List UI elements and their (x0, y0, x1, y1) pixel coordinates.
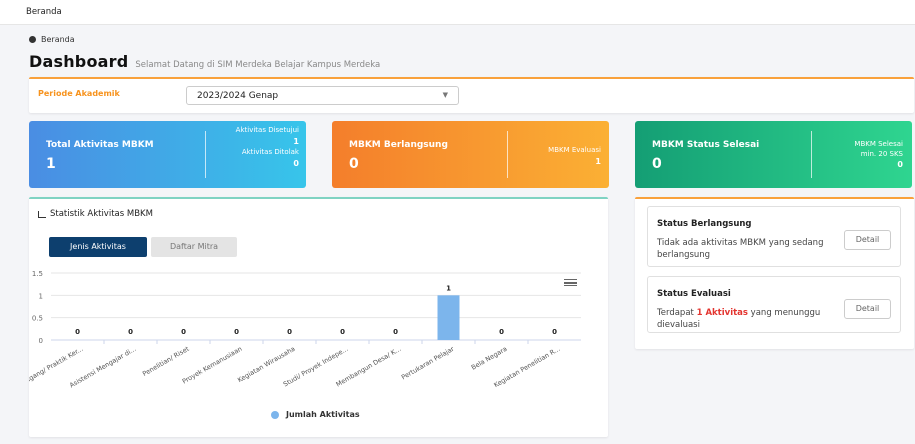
status-berlangsung-box: Status Berlangsung Tidak ada aktivitas M… (647, 206, 901, 267)
y-tick-label: 1.5 (32, 270, 43, 278)
breadcrumb-item[interactable]: Beranda (41, 35, 75, 44)
mbkm-sks-label: min. 20 SKS (860, 150, 903, 158)
periode-panel: Periode Akademik 2023/2024 Genap ▼ (29, 77, 914, 113)
mbkm-berlangsung-value: 0 (349, 156, 359, 172)
aktivitas-ditolak-label: Aktivitas Ditolak (241, 148, 299, 156)
data-label: 0 (287, 328, 292, 336)
page-header: Dashboard Selamat Datang di SIM Merdeka … (29, 52, 380, 71)
tab-daftar-mitra[interactable]: Daftar Mitra (151, 237, 237, 257)
status-evaluasi-text: Terdapat 1 Aktivitas yang menunggu dieva… (657, 307, 832, 331)
status-evaluasi-title: Status Evaluasi (657, 289, 731, 299)
periode-select-value: 2023/2024 Genap (197, 91, 279, 101)
x-tick-label: Bela Negara (470, 345, 509, 372)
legend-label: Jumlah Aktivitas (286, 410, 360, 419)
mbkm-selesai-value: 0 (652, 156, 662, 172)
aktivitas-ditolak-value: 0 (293, 159, 299, 168)
total-aktivitas-card: Total Aktivitas MBKM 1 Aktivitas Disetuj… (29, 121, 306, 188)
x-tick-label: Pertukaran Pelajar (400, 345, 456, 382)
data-label: 0 (181, 328, 186, 336)
top-bar-title: Beranda (26, 7, 62, 17)
x-tick-label: Penelitian/ Riset (141, 345, 191, 378)
statistik-title: Statistik Aktivitas MBKM (50, 209, 153, 219)
data-label: 1 (446, 284, 451, 292)
card-divider (507, 131, 508, 178)
data-label: 0 (128, 328, 133, 336)
total-aktivitas-title: Total Aktivitas MBKM (46, 140, 154, 150)
mbkm-sks-value: 0 (897, 160, 903, 169)
detail-evaluasi-button[interactable]: Detail (844, 299, 891, 319)
mbkm-evaluasi-label: MBKM Evaluasi (548, 146, 601, 154)
legend-marker (271, 410, 279, 419)
data-label: 0 (75, 328, 80, 336)
detail-berlangsung-button[interactable]: Detail (844, 230, 891, 250)
mbkm-evaluasi-value: 1 (595, 157, 601, 166)
page-subtitle: Selamat Datang di SIM Merdeka Belajar Ka… (135, 60, 381, 70)
data-label: 0 (499, 328, 504, 336)
mbkm-berlangsung-title: MBKM Berlangsung (349, 140, 448, 150)
chevron-down-icon: ▼ (442, 91, 448, 99)
status-evaluasi-count: 1 Aktivitas (696, 308, 748, 318)
aktivitas-bar-chart: 1.510.500Magang/ Praktik Ker...0Asistens… (29, 270, 581, 389)
mbkm-selesai-title: MBKM Status Selesai (652, 140, 760, 150)
aktivitas-disetujui-value: 1 (293, 137, 299, 146)
card-divider (811, 131, 812, 178)
total-aktivitas-value: 1 (46, 156, 56, 172)
mbkm-berlangsung-card: MBKM Berlangsung 0 MBKM Evaluasi 1 (332, 121, 609, 188)
breadcrumb: Beranda (29, 35, 75, 44)
y-tick-label: 0.5 (32, 315, 43, 323)
statistik-header: Statistik Aktivitas MBKM (38, 209, 153, 219)
status-berlangsung-text: Tidak ada aktivitas MBKM yang sedang ber… (657, 238, 824, 260)
tab-jenis-aktivitas[interactable]: Jenis Aktivitas (49, 237, 147, 257)
x-tick-label: Proyek Kemanusiaan (181, 345, 244, 386)
mbkm-selesai-card: MBKM Status Selesai 0 MBKM Selesai min. … (635, 121, 912, 188)
status-berlangsung-title: Status Berlangsung (657, 219, 752, 229)
bar (437, 295, 460, 340)
data-label: 0 (234, 328, 239, 336)
data-label: 0 (552, 328, 557, 336)
chart-menu-icon[interactable] (564, 279, 577, 286)
status-evaluasi-box: Status Evaluasi Terdapat 1 Aktivitas yan… (647, 276, 901, 333)
chart-legend[interactable]: Jumlah Aktivitas (271, 410, 360, 419)
home-icon (29, 36, 36, 43)
y-tick-label: 0 (39, 337, 43, 345)
periode-label: Periode Akademik (38, 89, 120, 98)
periode-select[interactable]: 2023/2024 Genap ▼ (186, 86, 459, 105)
mbkm-selesai-label: MBKM Selesai (854, 140, 903, 148)
data-label: 0 (340, 328, 345, 336)
aktivitas-disetujui-label: Aktivitas Disetujui (235, 126, 299, 134)
y-tick-label: 1 (39, 292, 43, 300)
bar-chart-icon (38, 210, 46, 218)
top-bar: Beranda (0, 0, 915, 25)
card-divider (205, 131, 206, 178)
data-label: 0 (393, 328, 398, 336)
page-title: Dashboard (29, 52, 129, 71)
status-evaluasi-text-pre: Terdapat (657, 308, 697, 318)
